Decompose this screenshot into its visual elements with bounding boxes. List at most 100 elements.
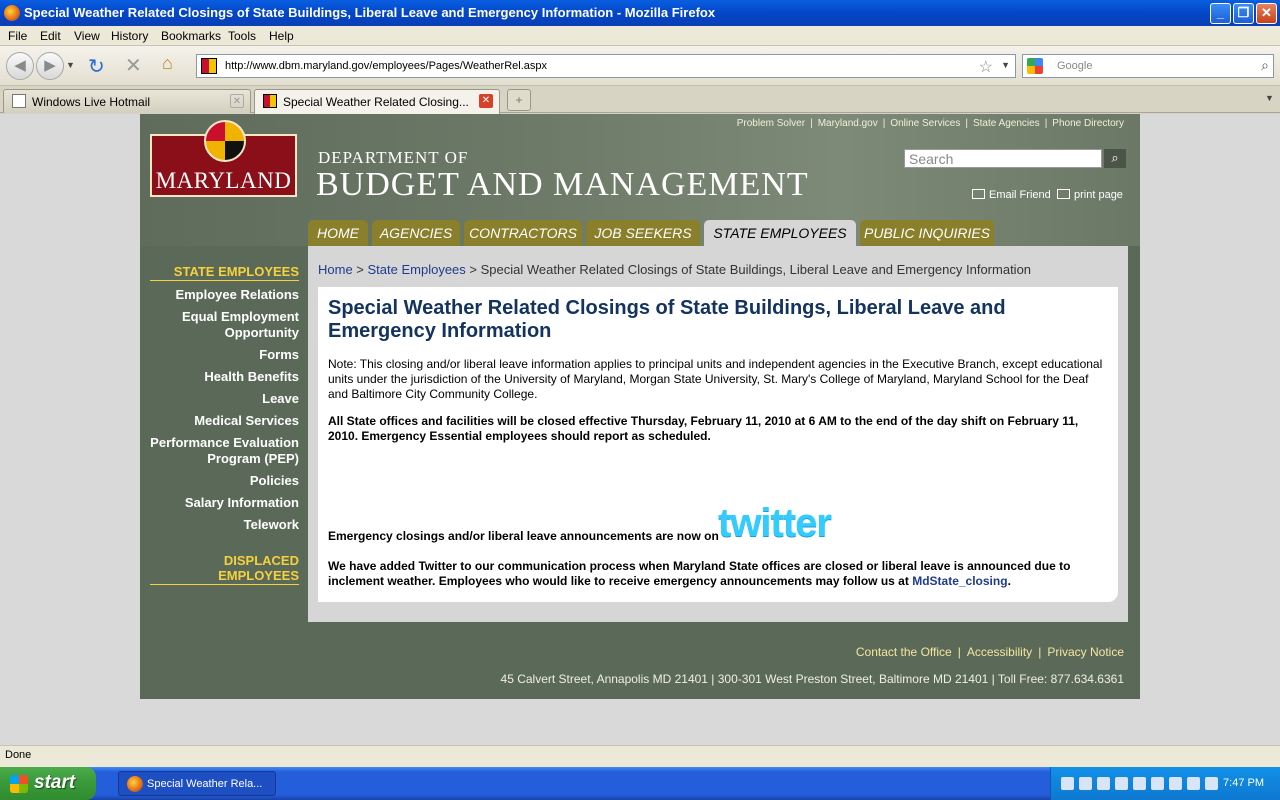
menu-bookmarks[interactable]: Bookmarks [161, 29, 221, 43]
url-bar[interactable]: http://www.dbm.maryland.gov/employees/Pa… [196, 54, 1016, 78]
sidebar-item-medical-services[interactable]: Medical Services [150, 413, 299, 429]
maryland-flag-icon [204, 120, 246, 162]
bluetooth-icon[interactable] [1133, 777, 1146, 790]
reload-icon[interactable]: ↻ [88, 54, 105, 79]
twitter-line: Emergency closings and/or liberal leave … [328, 529, 719, 543]
footer-privacy-link[interactable]: Privacy Notice [1047, 645, 1124, 659]
bookmark-star-icon[interactable]: ☆ [979, 57, 993, 77]
top-link-state-agencies[interactable]: State Agencies [973, 118, 1040, 129]
email-friend-link[interactable]: Email Friend [972, 189, 1051, 201]
new-tab-button[interactable]: + [507, 89, 531, 111]
site-search-placeholder: Search [909, 151, 954, 167]
print-page-label: print page [1074, 189, 1123, 201]
google-icon[interactable] [1027, 58, 1043, 74]
sidebar-item-telework[interactable]: Telework [150, 517, 299, 533]
menu-edit[interactable]: Edit [40, 29, 61, 43]
volume-icon[interactable] [1205, 777, 1218, 790]
nav-tab-job-seekers[interactable]: JOB SEEKERS [586, 220, 700, 246]
sidebar-item-eeo[interactable]: Equal Employment Opportunity [150, 309, 299, 341]
close-button[interactable]: ✕ [1256, 3, 1277, 24]
sidebar-item-employee-relations[interactable]: Employee Relations [150, 287, 299, 303]
menu-view[interactable]: View [74, 29, 100, 43]
network-icon[interactable] [1097, 777, 1110, 790]
search-icon[interactable]: ⌕ [1261, 57, 1269, 74]
taskbar-window-label: Special Weather Rela... [147, 778, 263, 790]
firefox-icon [127, 776, 143, 792]
sidebar-item-health-benefits[interactable]: Health Benefits [150, 369, 299, 385]
url-dropdown-icon[interactable]: ▼ [1001, 60, 1010, 70]
monitor-icon[interactable] [1187, 777, 1200, 790]
sidebar-item-policies[interactable]: Policies [150, 473, 299, 489]
tab-hotmail[interactable]: Windows Live Hotmail ✕ [3, 89, 251, 113]
nav-tab-state-employees[interactable]: STATE EMPLOYEES [704, 220, 856, 246]
signal-icon[interactable] [1115, 777, 1128, 790]
tab-list-icon[interactable]: ▼ [1265, 93, 1274, 103]
footer-contact-link[interactable]: Contact the Office [856, 645, 952, 659]
nav-tab-agencies[interactable]: AGENCIES [372, 220, 460, 246]
minimize-button[interactable]: _ [1210, 3, 1231, 24]
tab-weather[interactable]: Special Weather Related Closing... ✕ [254, 89, 500, 114]
email-friend-label: Email Friend [989, 189, 1051, 201]
sidebar-item-salary[interactable]: Salary Information [150, 495, 299, 511]
tab-close-icon[interactable]: ✕ [230, 94, 244, 108]
forward-button[interactable]: ▶ [36, 52, 64, 80]
navigation-toolbar: ◀ ▶ ▼ ↻ ✕ ⌂ http://www.dbm.maryland.gov/… [0, 46, 1280, 86]
taskbar: start Special Weather Rela... 7:47 PM [0, 767, 1280, 800]
nav-tab-public-inquiries[interactable]: PUBLIC INQUIRIES [860, 220, 994, 246]
footer-accessibility-link[interactable]: Accessibility [967, 645, 1032, 659]
site-favicon-icon [263, 94, 277, 108]
menu-tools[interactable]: Tools [228, 29, 256, 43]
tab-label: Windows Live Hotmail [32, 95, 151, 109]
browser-search-input[interactable]: Google ⌕ [1022, 54, 1274, 78]
site-search-input[interactable]: Search [904, 149, 1102, 168]
top-link-online-services[interactable]: Online Services [890, 118, 960, 129]
tab-close-icon[interactable]: ✕ [479, 94, 493, 108]
sidebar: STATE EMPLOYEES Employee Relations Equal… [150, 264, 299, 585]
search-icon: ⌕ [1111, 150, 1119, 165]
twitter-info: We have added Twitter to our communicati… [328, 559, 1108, 589]
nav-tab-home[interactable]: HOME [308, 220, 368, 246]
content-area: Home > State Employees > Special Weather… [308, 246, 1128, 622]
site-header: MARYLAND DEPARTMENT OF BUDGET AND MANAGE… [140, 114, 1140, 246]
top-link-phone-directory[interactable]: Phone Directory [1052, 118, 1124, 129]
breadcrumb-state-employees[interactable]: State Employees [368, 262, 466, 277]
history-dropdown-icon[interactable]: ▼ [66, 60, 75, 70]
page-icon [12, 94, 26, 108]
maximize-button[interactable]: ❐ [1233, 3, 1254, 24]
start-button[interactable]: start [0, 767, 96, 800]
sidebar-item-pep[interactable]: Performance Evaluation Program (PEP) [150, 435, 299, 467]
nav-tab-contractors[interactable]: CONTRACTORS [464, 220, 582, 246]
menu-history[interactable]: History [111, 29, 148, 43]
page-title: Special Weather Related Closings of Stat… [328, 297, 1006, 342]
security-icon[interactable] [1151, 777, 1164, 790]
start-label: start [34, 772, 76, 793]
note-text: Note: This closing and/or liberal leave … [328, 357, 1103, 401]
sidebar-heading[interactable]: STATE EMPLOYEES [150, 264, 299, 281]
twitter-logo[interactable]: twitter [718, 501, 832, 546]
breadcrumb-home[interactable]: Home [318, 262, 353, 277]
sidebar-item-leave[interactable]: Leave [150, 391, 299, 407]
tray-icon[interactable] [1169, 777, 1182, 790]
site-search-button[interactable]: ⌕ [1104, 149, 1126, 168]
menu-help[interactable]: Help [269, 29, 294, 43]
maryland-logo[interactable]: MARYLAND [150, 120, 297, 197]
footer-address: 45 Calvert Street, Annapolis MD 21401 | … [500, 672, 1124, 686]
taskbar-firefox-window[interactable]: Special Weather Rela... [118, 771, 276, 796]
top-link-maryland-gov[interactable]: Maryland.gov [818, 118, 878, 129]
breadcrumb-current: Special Weather Related Closings of Stat… [480, 262, 1032, 277]
sidebar-heading-displaced[interactable]: DISPLACED EMPLOYEES [150, 553, 299, 585]
menu-file[interactable]: File [8, 29, 27, 43]
home-icon[interactable]: ⌂ [162, 53, 173, 74]
print-page-link[interactable]: print page [1057, 189, 1123, 201]
sidebar-item-forms[interactable]: Forms [150, 347, 299, 363]
site-container: MARYLAND DEPARTMENT OF BUDGET AND MANAGE… [140, 114, 1140, 699]
back-button[interactable]: ◀ [6, 52, 34, 80]
mdstate-closing-link[interactable]: MdState_closing [912, 574, 1007, 588]
stop-icon[interactable]: ✕ [125, 53, 142, 78]
breadcrumb: Home > State Employees > Special Weather… [318, 262, 1031, 277]
windows-logo-icon [10, 775, 28, 793]
tray-icon[interactable] [1061, 777, 1074, 790]
tray-icon[interactable] [1079, 777, 1092, 790]
breadcrumb-separator: > [352, 262, 368, 277]
top-link-problem-solver[interactable]: Problem Solver [737, 118, 805, 129]
